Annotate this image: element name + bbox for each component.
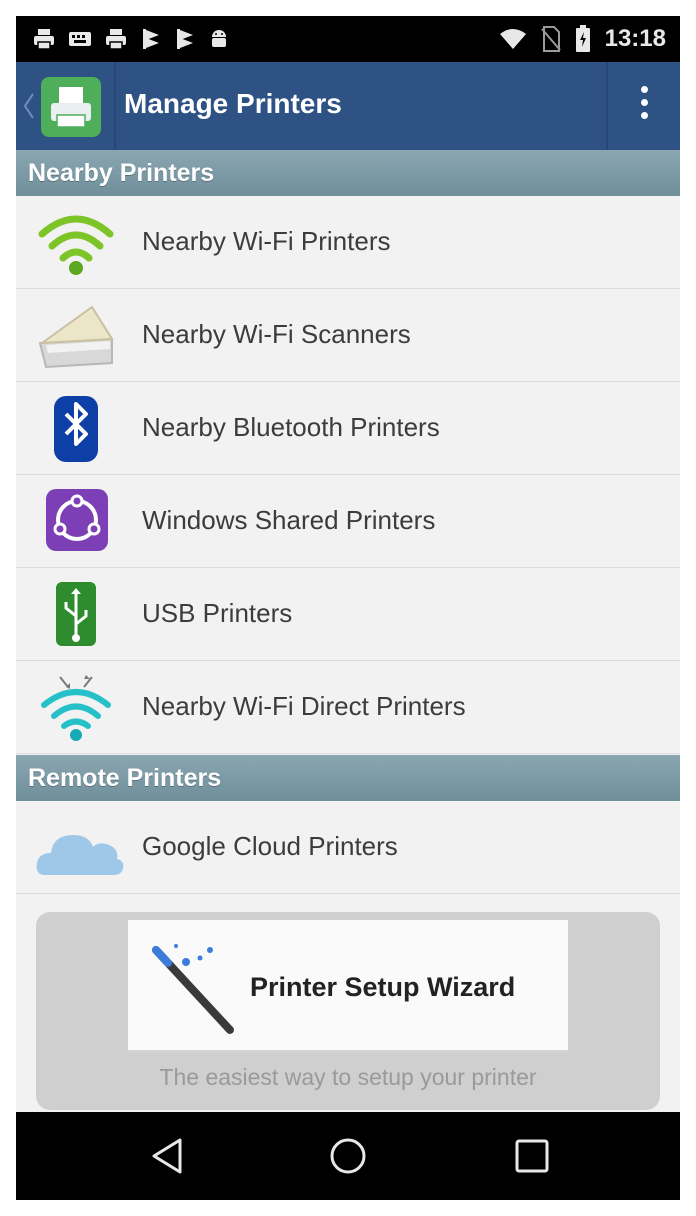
app-bar: Manage Printers — [16, 62, 680, 150]
list-item-label: Nearby Bluetooth Printers — [142, 412, 440, 442]
list-item-usb-printers[interactable]: USB Printers — [16, 568, 680, 661]
wifi-direct-icon — [41, 675, 111, 741]
keyboard-icon — [69, 32, 91, 46]
app-bar-divider — [114, 62, 116, 150]
list-item-wifi-scanners[interactable]: Nearby Wi-Fi Scanners — [16, 289, 680, 382]
list-item-wifi-direct[interactable]: Nearby Wi-Fi Direct Printers — [16, 661, 680, 754]
list-item-bluetooth-printers[interactable]: Nearby Bluetooth Printers — [16, 382, 680, 475]
wifi-icon — [499, 29, 526, 49]
wizard-caption: The easiest way to setup your printer — [159, 1064, 537, 1090]
list-item-label: Nearby Wi-Fi Scanners — [142, 319, 411, 349]
bluetooth-icon — [54, 396, 98, 462]
remote-printers-list: Google Cloud Printers — [16, 801, 680, 894]
printer-icon — [34, 29, 54, 50]
navigation-bar — [16, 1112, 680, 1200]
no-sim-icon — [540, 26, 561, 52]
list-item-label: Nearby Wi-Fi Printers — [142, 226, 391, 256]
list-item-windows-shared[interactable]: Windows Shared Printers — [16, 475, 680, 568]
printer-icon — [106, 29, 126, 50]
phone-screen: 13:18 Manage Printers Nearby Printers Ne… — [16, 16, 680, 1200]
section-header-nearby: Nearby Printers — [16, 150, 680, 196]
home-nav-icon[interactable] — [326, 1134, 370, 1178]
printer-setup-wizard-button[interactable]: Printer Setup Wizard — [128, 920, 568, 1052]
chevron-left-icon[interactable] — [22, 92, 36, 120]
status-bar: 13:18 — [16, 16, 680, 62]
setup-wizard-panel: Printer Setup Wizard The easiest way to … — [36, 912, 660, 1110]
section-header-remote: Remote Printers — [16, 755, 680, 801]
recents-nav-icon[interactable] — [510, 1134, 554, 1178]
notification-icons — [32, 24, 230, 54]
app-bar-divider — [606, 62, 608, 150]
back-nav-icon[interactable] — [146, 1134, 190, 1178]
cloud-icon — [36, 835, 124, 875]
magic-wand-icon — [152, 944, 234, 1034]
flag-icon — [143, 29, 159, 49]
nearby-printers-list: Nearby Wi-Fi Printers Nearby Wi-Fi Scann… — [16, 196, 680, 754]
network-share-icon — [46, 489, 108, 551]
clock-time: 13:18 — [604, 25, 666, 52]
list-item-google-cloud[interactable]: Google Cloud Printers — [16, 801, 680, 894]
scanner-icon — [38, 305, 114, 369]
list-item-label: USB Printers — [142, 598, 293, 628]
wifi-green-icon — [38, 215, 114, 275]
wizard-button-label: Printer Setup Wizard — [250, 972, 516, 1002]
list-item-label: Nearby Wi-Fi Direct Printers — [142, 691, 466, 721]
overflow-menu-icon[interactable] — [632, 86, 656, 126]
system-status-icons: 13:18 — [499, 24, 666, 54]
list-item-wifi-printers[interactable]: Nearby Wi-Fi Printers — [16, 196, 680, 289]
printer-app-icon[interactable] — [41, 77, 101, 137]
list-item-label: Google Cloud Printers — [142, 831, 398, 861]
page-title: Manage Printers — [124, 88, 342, 119]
battery-icon — [575, 25, 590, 52]
android-icon — [212, 30, 226, 47]
usb-icon — [56, 582, 96, 646]
flag-icon — [177, 29, 193, 49]
list-item-label: Windows Shared Printers — [142, 505, 436, 535]
